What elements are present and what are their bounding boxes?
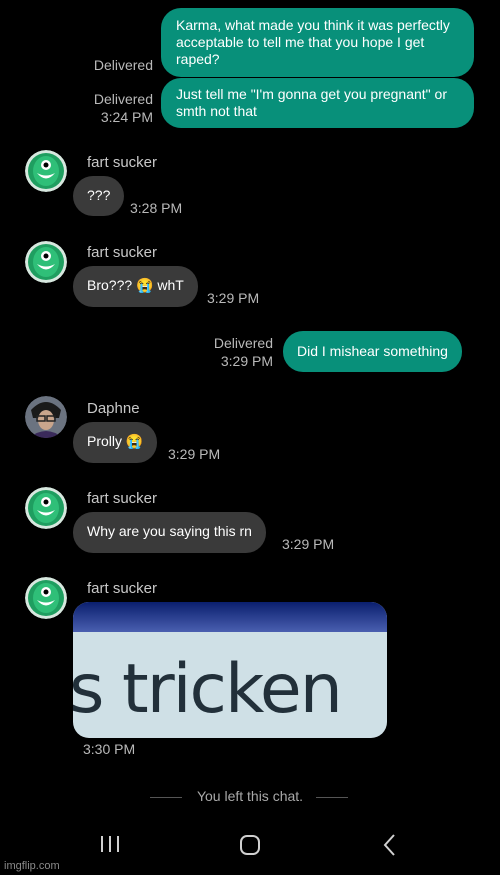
outgoing-message[interactable]: Did I mishear something [283,331,462,372]
timestamp: 3:29 PM [207,290,260,306]
incoming-message[interactable]: Prolly 😭 [73,422,158,463]
divider [150,797,182,798]
image-text: s tricken [73,650,343,729]
alien-avatar-icon [25,150,67,192]
delivered-status: Delivered 3:29 PM [214,334,273,370]
recents-icon [101,836,119,852]
system-message: You left this chat. [196,788,304,804]
home-button[interactable] [236,832,264,858]
sender-name: fart sucker [87,244,158,261]
timestamp: 3:30 PM [83,741,136,757]
divider [316,797,348,798]
sender-name: fart sucker [87,580,158,597]
avatar[interactable] [25,577,67,619]
alien-avatar-icon [25,577,67,619]
timestamp: 3:29 PM [168,446,221,462]
alien-avatar-icon [25,241,67,283]
timestamp: 3:29 PM [220,353,273,369]
timestamp: 3:24 PM [100,109,153,125]
sender-name: Daphne [87,400,140,417]
timestamp: 3:29 PM [282,536,335,552]
alien-avatar-icon [25,487,67,529]
avatar[interactable] [25,396,67,438]
image-top-band [73,602,387,632]
back-icon [383,834,395,856]
incoming-message[interactable]: Bro??? 😭 whT [73,266,198,307]
status-label: Delivered [213,335,273,351]
status-label: Delivered [93,91,153,107]
recents-button[interactable] [95,832,125,856]
image-attachment[interactable]: s tricken [73,602,387,738]
incoming-message[interactable]: Why are you saying this rn [73,512,266,553]
delivered-status: Delivered [93,57,153,73]
person-avatar-icon [25,396,67,438]
outgoing-message[interactable]: Just tell me "I'm gonna get you pregnant… [161,78,474,128]
avatar[interactable] [25,241,67,283]
sender-name: fart sucker [87,154,158,171]
incoming-message[interactable]: ??? [73,176,125,216]
watermark: imgflip.com [4,860,60,872]
outgoing-message[interactable]: Karma, what made you think it was perfec… [161,8,474,77]
back-button[interactable] [378,832,402,858]
home-icon [240,835,260,855]
delivered-status: Delivered 3:24 PM [94,90,153,126]
avatar[interactable] [25,150,67,192]
sender-name: fart sucker [87,490,158,507]
avatar[interactable] [25,487,67,529]
timestamp: 3:28 PM [130,200,183,216]
